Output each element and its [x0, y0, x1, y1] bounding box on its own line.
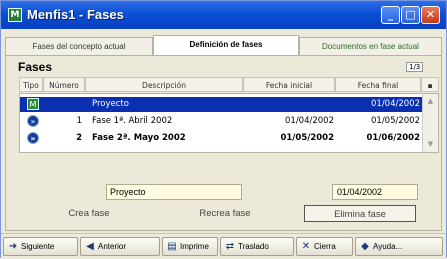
grid-scrollbar[interactable]: ▲ ▼	[422, 94, 438, 152]
close-icon: ✕	[301, 241, 311, 252]
help-icon: ◆	[361, 241, 369, 252]
main-window: M Menfis1 - Fases _ □ ✕ Fases del concep…	[0, 0, 447, 259]
project-icon: M	[27, 98, 39, 110]
transfer-label: Traslado	[238, 242, 269, 251]
print-label: Imprime	[180, 242, 209, 251]
tab-documents-current-phase[interactable]: Documentos en fase actual	[299, 37, 442, 55]
close-label: Cierra	[314, 242, 336, 251]
cell-number	[68, 97, 82, 112]
column-header-end-date[interactable]: Fecha final	[335, 77, 421, 92]
bottom-toolbar: ➜ Siguiente ◀ Anterior ▤ Imprime ⇄ Trasl…	[1, 233, 446, 259]
cell-description: Proyecto	[92, 99, 129, 109]
phases-grid[interactable]: M Proyecto 01/04/2002 » 1 Fase 1ª. Abril…	[19, 93, 439, 153]
cell-start-date: 01/04/2002	[285, 116, 334, 126]
title-bar[interactable]: M Menfis1 - Fases _ □ ✕	[1, 1, 446, 29]
transfer-button[interactable]: ⇄ Traslado	[220, 237, 294, 256]
cell-start-date: 01/05/2002	[280, 133, 334, 143]
description-field[interactable]: Proyecto	[106, 184, 242, 200]
app-icon: M	[8, 8, 22, 22]
date-field[interactable]: 01/04/2002	[332, 184, 418, 200]
phase-icon: »	[27, 115, 39, 127]
help-button[interactable]: ◆ Ayuda...	[355, 237, 443, 256]
arrow-right-icon: ➜	[8, 241, 18, 252]
cell-number: 1	[76, 116, 82, 126]
print-button[interactable]: ▤ Imprime	[162, 237, 218, 256]
column-header-type[interactable]: Tipo	[19, 77, 43, 92]
section-title: Fases	[18, 60, 53, 74]
close-window-button[interactable]: ✕	[421, 6, 440, 24]
cell-end-date: 01/04/2002	[371, 99, 420, 109]
arrow-left-icon: ◀	[86, 241, 94, 252]
cell-end-date: 01/06/2002	[366, 133, 420, 143]
minimize-button[interactable]: _	[381, 6, 400, 24]
previous-label: Anterior	[98, 242, 127, 251]
cell-start-date	[244, 97, 334, 112]
scroll-down-icon[interactable]: ▼	[425, 139, 436, 150]
recreate-phase-button[interactable]: Recrea fase	[177, 205, 273, 222]
maximize-button[interactable]: □	[401, 6, 420, 24]
cell-end-date: 01/05/2002	[371, 116, 420, 126]
table-row[interactable]: » 1 Fase 1ª. Abril 2002 01/04/2002 01/05…	[20, 114, 422, 129]
grid-menu-icon[interactable]: ▪	[421, 77, 439, 92]
window-title: Menfis1 - Fases	[27, 7, 124, 22]
close-button[interactable]: ✕ Cierra	[296, 237, 353, 256]
column-header-description[interactable]: Descripción	[85, 77, 243, 92]
table-row-selected[interactable]: M Proyecto 01/04/2002	[20, 97, 422, 112]
help-label: Ayuda...	[373, 242, 403, 251]
column-header-number[interactable]: Número	[43, 77, 85, 92]
tab-phases-current-concept[interactable]: Fases del concepto actual	[5, 37, 153, 55]
printer-icon: ▤	[167, 241, 177, 252]
pager-indicator: 1/3	[406, 62, 424, 72]
tab-phase-definition[interactable]: Definición de fases	[153, 35, 299, 55]
create-phase-button[interactable]: Crea fase	[41, 205, 137, 222]
previous-button[interactable]: ◀ Anterior	[80, 237, 160, 256]
scroll-up-icon[interactable]: ▲	[425, 96, 436, 107]
column-header-start-date[interactable]: Fecha inicial	[243, 77, 335, 92]
cell-number: 2	[76, 133, 82, 143]
grid-header: Tipo Número Descripción Fecha inicial Fe…	[19, 77, 439, 92]
tab-bar: Fases del concepto actual Definición de …	[5, 35, 442, 55]
phase-icon: »	[27, 132, 39, 144]
delete-phase-button[interactable]: Elimina fase	[304, 205, 416, 222]
next-label: Siguiente	[21, 242, 55, 251]
next-button[interactable]: ➜ Siguiente	[3, 237, 78, 256]
table-row[interactable]: » 2 Fase 2ª. Mayo 2002 01/05/2002 01/06/…	[20, 131, 422, 146]
cell-description: Fase 1ª. Abril 2002	[92, 116, 173, 126]
transfer-icon: ⇄	[225, 241, 235, 252]
cell-description: Fase 2ª. Mayo 2002	[92, 133, 186, 143]
